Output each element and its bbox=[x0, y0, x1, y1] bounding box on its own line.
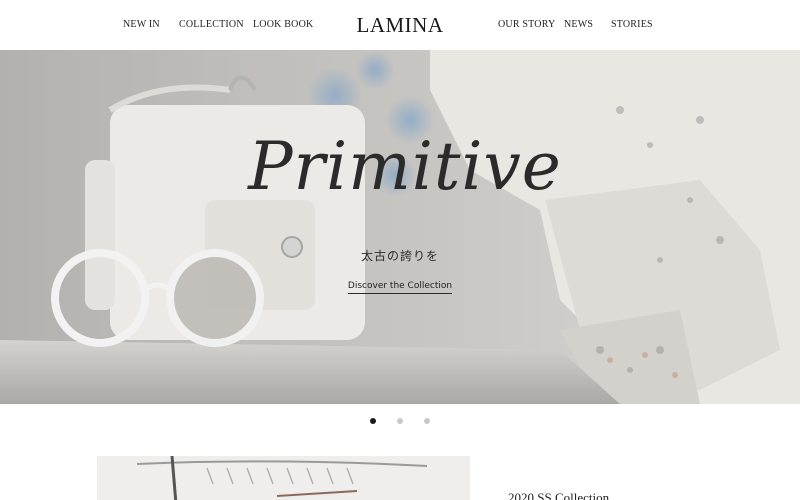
collection-image[interactable] bbox=[97, 456, 470, 500]
hero-title: Primitive bbox=[248, 128, 562, 205]
hero-photo bbox=[0, 50, 800, 404]
slider-dot-1[interactable] bbox=[370, 418, 376, 424]
discover-collection-link[interactable]: Discover the Collection bbox=[330, 281, 470, 294]
site-header: NEW IN COLLECTION LOOK BOOK LAMINA OUR S… bbox=[0, 0, 800, 50]
hero-subtitle: 太古の誇りを bbox=[360, 249, 439, 263]
clothing-rack-photo bbox=[97, 456, 470, 500]
nav-stories[interactable]: STORIES bbox=[611, 19, 653, 30]
site-logo[interactable]: LAMINA bbox=[0, 13, 800, 38]
nav-news[interactable]: NEWS bbox=[564, 19, 593, 30]
slider-dot-3[interactable] bbox=[424, 418, 430, 424]
slider-dot-2[interactable] bbox=[397, 418, 403, 424]
collection-title: 2020 SS Collection bbox=[508, 490, 610, 500]
nav-our-story[interactable]: OUR STORY bbox=[498, 19, 555, 30]
discover-collection-label[interactable]: Discover the Collection bbox=[347, 281, 453, 294]
hero-slider[interactable]: Primitive 太古の誇りを Discover the Collection bbox=[0, 50, 800, 404]
slider-pagination bbox=[0, 418, 800, 426]
